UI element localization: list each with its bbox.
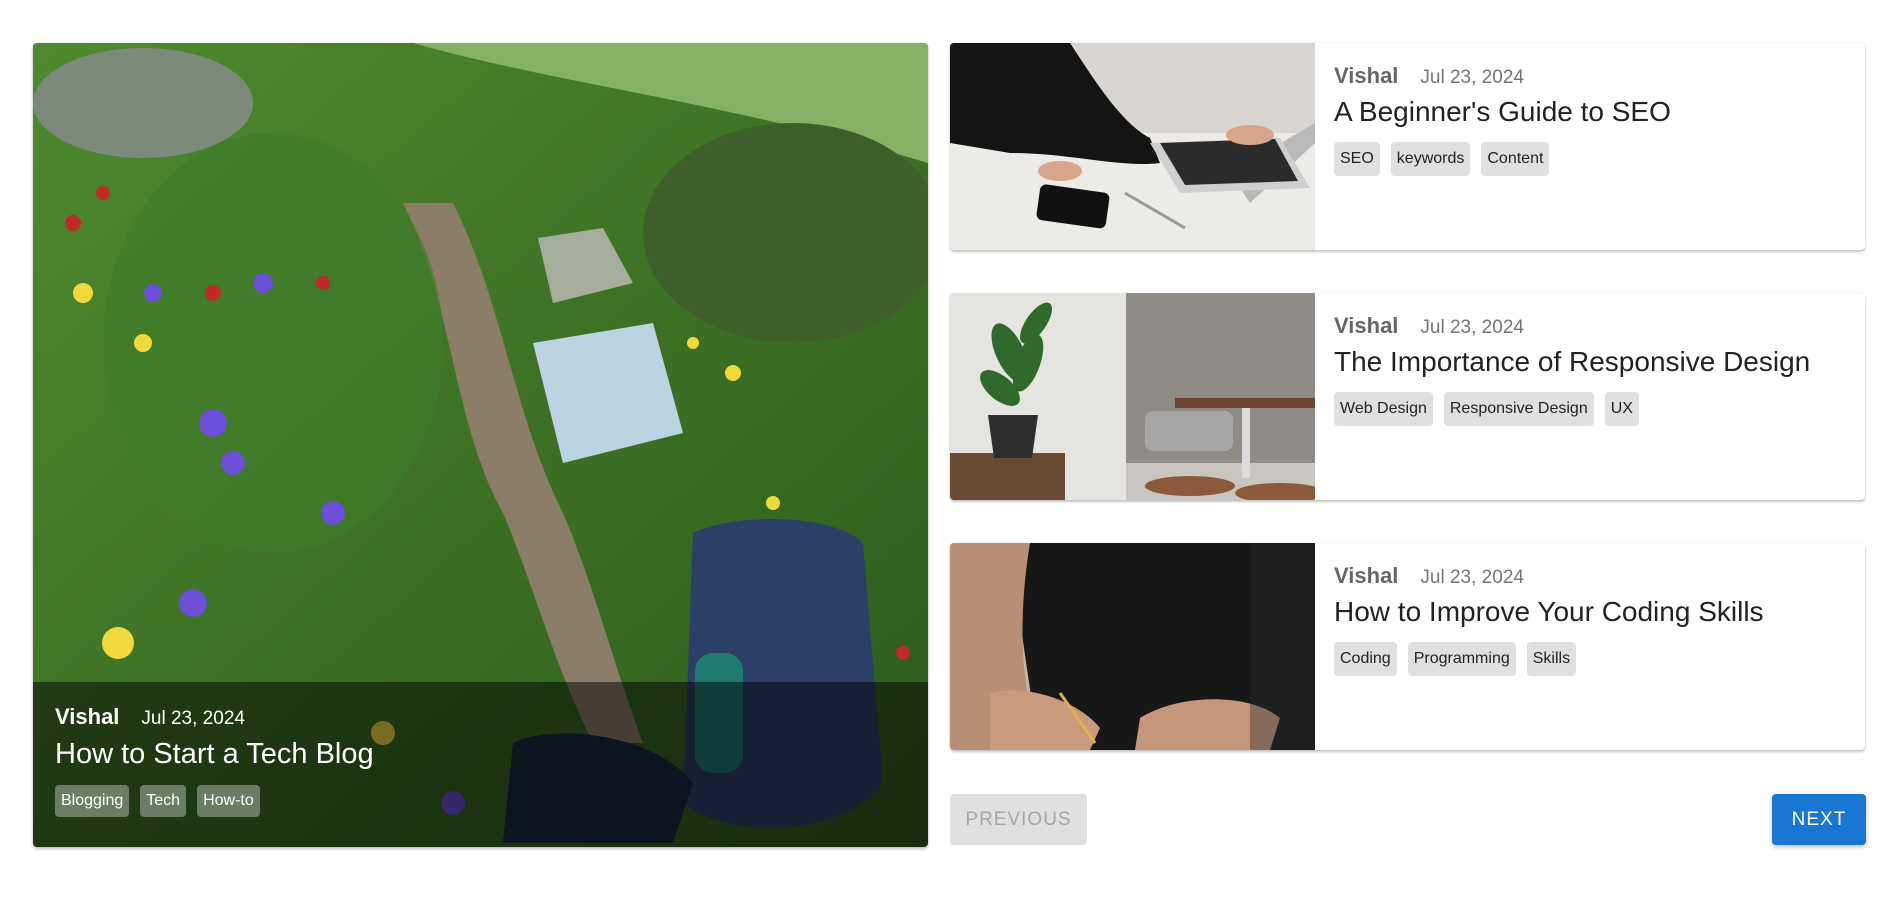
post-author: Vishal (1334, 563, 1399, 588)
post-card-body: Vishal Jul 23, 2024 The Importance of Re… (1334, 313, 1855, 426)
post-card[interactable]: Vishal Jul 23, 2024 How to Improve Your … (950, 543, 1865, 750)
tag-chip[interactable]: How-to (197, 785, 260, 817)
tag-chip[interactable]: Programming (1407, 642, 1516, 676)
featured-post-title[interactable]: How to Start a Tech Blog (55, 738, 906, 771)
post-tags: Web Design Responsive Design UX (1334, 392, 1855, 426)
tag-chip[interactable]: Coding (1334, 642, 1397, 676)
post-meta: Vishal Jul 23, 2024 (1334, 563, 1855, 589)
post-author: Vishal (1334, 63, 1399, 88)
post-author: Vishal (55, 704, 120, 729)
post-title[interactable]: A Beginner's Guide to SEO (1334, 96, 1855, 128)
blog-page: Vishal Jul 23, 2024 How to Start a Tech … (0, 0, 1894, 908)
post-author: Vishal (1334, 313, 1399, 338)
post-thumbnail (950, 543, 1315, 750)
featured-post-overlay: Vishal Jul 23, 2024 How to Start a Tech … (33, 682, 928, 847)
tag-chip[interactable]: Blogging (55, 785, 130, 817)
featured-post-tags: Blogging Tech How-to (55, 785, 906, 817)
post-card[interactable]: Vishal Jul 23, 2024 The Importance of Re… (950, 293, 1865, 500)
previous-button[interactable]: PREVIOUS (950, 794, 1087, 845)
post-thumbnail (950, 43, 1315, 250)
post-tags: Coding Programming Skills (1334, 642, 1855, 676)
tag-chip[interactable]: SEO (1334, 142, 1380, 176)
post-meta: Vishal Jul 23, 2024 (1334, 313, 1855, 339)
post-date: Jul 23, 2024 (1420, 67, 1524, 88)
post-tags: SEO keywords Content (1334, 142, 1855, 176)
post-title[interactable]: The Importance of Responsive Design (1334, 346, 1855, 378)
post-card-body: Vishal Jul 23, 2024 How to Improve Your … (1334, 563, 1855, 676)
tag-chip[interactable]: Responsive Design (1443, 392, 1594, 426)
tag-chip[interactable]: UX (1604, 392, 1639, 426)
tag-chip[interactable]: Content (1481, 142, 1550, 176)
tag-chip[interactable]: Skills (1526, 642, 1577, 676)
tag-chip[interactable]: Tech (140, 785, 187, 817)
post-date: Jul 23, 2024 (1420, 567, 1524, 588)
tag-chip[interactable]: Web Design (1334, 392, 1433, 426)
featured-post-meta: Vishal Jul 23, 2024 (55, 704, 906, 730)
tag-chip[interactable]: keywords (1390, 142, 1471, 176)
post-card-body: Vishal Jul 23, 2024 A Beginner's Guide t… (1334, 63, 1855, 176)
post-thumbnail (950, 293, 1315, 500)
post-title[interactable]: How to Improve Your Coding Skills (1334, 596, 1855, 628)
post-date: Jul 23, 2024 (1420, 317, 1524, 338)
post-card[interactable]: Vishal Jul 23, 2024 A Beginner's Guide t… (950, 43, 1865, 250)
post-date: Jul 23, 2024 (141, 708, 245, 729)
featured-post-card[interactable]: Vishal Jul 23, 2024 How to Start a Tech … (33, 43, 928, 847)
post-meta: Vishal Jul 23, 2024 (1334, 63, 1855, 89)
next-button[interactable]: NEXT (1772, 794, 1866, 845)
